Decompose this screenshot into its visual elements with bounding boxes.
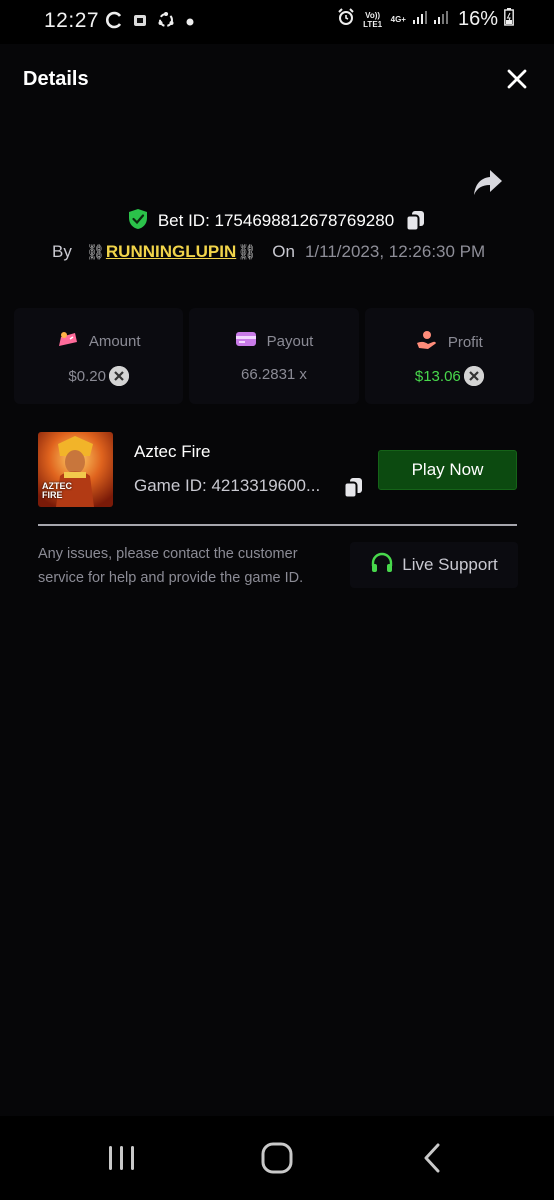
- recent-apps-icon: [109, 1146, 134, 1170]
- stat-label: Amount: [88, 333, 141, 350]
- stat-value: $0.20: [14, 366, 183, 386]
- modal-header: Details: [0, 44, 554, 116]
- status-left-icons: [104, 10, 195, 35]
- stat-label: Payout: [266, 333, 314, 350]
- status-right-icons: Vo)) LTE1 4G+ 16%: [337, 8, 514, 31]
- copy-icon: [343, 478, 362, 499]
- share-icon: [474, 170, 502, 195]
- chain-icon-left: ⛓: [85, 244, 105, 261]
- screen: 12:27 Vo)) LTE1 4G+ 16% Details Bet ID: …: [0, 0, 554, 1200]
- close-button[interactable]: [506, 68, 528, 90]
- status-bar: 12:27 Vo)) LTE1 4G+ 16%: [0, 0, 554, 44]
- back-icon: [424, 1143, 440, 1173]
- chain-icon-right: ⛓: [237, 244, 257, 261]
- signal-icon: [412, 9, 452, 30]
- currency-coin-icon: [108, 366, 129, 386]
- details-modal: Details Bet ID: 1754698812678769280 By ⛓…: [0, 44, 554, 1116]
- username-link[interactable]: RUNNINGLUPIN: [106, 242, 236, 262]
- verified-shield-icon: [128, 208, 148, 235]
- share-button[interactable]: [472, 168, 504, 198]
- stat-card-amount: Amount $0.20: [14, 308, 184, 404]
- dot-icon: [185, 14, 195, 32]
- amount-icon: [57, 330, 79, 353]
- stat-head: Amount: [14, 330, 183, 353]
- game-thumb-title-2: FIRE: [42, 490, 63, 500]
- game-id-text: Game ID: 4213319600...: [134, 476, 321, 495]
- home-icon: [261, 1142, 293, 1174]
- stat-label: Profit: [447, 334, 483, 351]
- by-row: By ⛓ RUNNINGLUPIN ⛓ On 1/11/2023, 12:26:…: [52, 240, 485, 264]
- play-now-button[interactable]: Play Now: [378, 450, 517, 490]
- profit-hand-icon: [416, 330, 438, 355]
- payout-card-icon: [235, 330, 257, 353]
- app-notification-icon: [133, 13, 147, 32]
- stats-row: Amount $0.20 Payout 66.2831 x Profit $13…: [14, 308, 534, 404]
- live-support-button[interactable]: Live Support: [350, 542, 518, 588]
- stat-head: Profit: [365, 330, 534, 355]
- home-button[interactable]: [257, 1140, 297, 1176]
- stat-card-profit: Profit $13.06: [364, 308, 534, 404]
- battery-icon: [504, 8, 514, 31]
- game-thumbnail[interactable]: AZTEC FIRE: [38, 432, 113, 507]
- stat-value-text: $13.06: [414, 367, 461, 385]
- close-icon: [507, 69, 527, 89]
- game-row: AZTEC FIRE Aztec Fire Game ID: 421331960…: [38, 432, 518, 508]
- bet-id-text: Bet ID: 1754698812678769280: [157, 211, 395, 230]
- headset-icon: [370, 552, 394, 579]
- system-nav-bar: [0, 1116, 554, 1200]
- bet-id-row: Bet ID: 1754698812678769280: [0, 208, 554, 234]
- alarm-icon: [337, 8, 355, 31]
- game-name: Aztec Fire: [134, 442, 211, 461]
- bet-date: 1/11/2023, 12:26:30 PM: [304, 242, 486, 261]
- stat-value: 66.2831 x: [189, 366, 358, 383]
- stat-card-payout: Payout 66.2831 x: [189, 308, 359, 404]
- recent-apps-button[interactable]: [102, 1140, 142, 1176]
- by-label: By: [52, 242, 72, 261]
- stat-value-text: 66.2831 x: [241, 366, 307, 383]
- battery-percent: 16%: [457, 8, 498, 30]
- status-time: 12:27: [44, 9, 100, 32]
- stat-value-text: $0.20: [68, 367, 106, 385]
- modal-title: Details: [23, 68, 89, 90]
- back-button[interactable]: [412, 1140, 452, 1176]
- sync-icon: [104, 10, 124, 35]
- help-text: Any issues, please contact the customer …: [38, 546, 304, 586]
- copy-bet-id-button[interactable]: [404, 209, 426, 233]
- stat-value: $13.06: [365, 366, 534, 386]
- network-type: 4G+: [390, 15, 406, 24]
- stat-head: Payout: [189, 330, 358, 353]
- copy-game-id-button[interactable]: [342, 476, 364, 499]
- currency-coin-icon: [463, 366, 484, 386]
- live-support-label: Live Support: [402, 555, 498, 574]
- copy-icon: [405, 211, 425, 232]
- divider: [38, 524, 517, 526]
- network-label: Vo)) LTE1: [363, 10, 383, 29]
- recycle-icon: [156, 10, 176, 35]
- on-label: On: [272, 242, 295, 261]
